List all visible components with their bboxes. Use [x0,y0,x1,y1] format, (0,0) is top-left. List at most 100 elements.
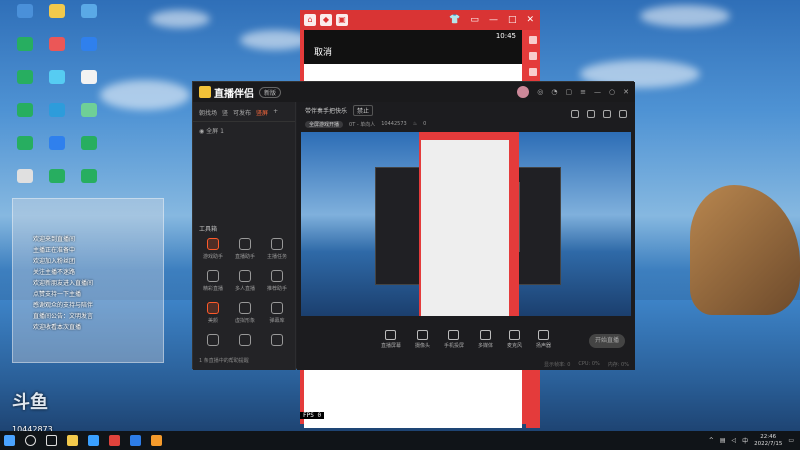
cancel-button[interactable]: 取消 [304,42,522,64]
record-icon[interactable] [603,110,611,118]
shirt-icon[interactable]: 👕 [449,15,460,25]
app-orange-icon[interactable] [151,435,162,446]
add-scene-button[interactable]: + [273,108,278,117]
like-icon: ♨ [412,121,418,127]
tool-label: 虚拟形象 [234,318,255,324]
desktop-icon[interactable] [74,70,104,100]
bell-icon[interactable]: ◔ [551,88,557,96]
toolbox-item[interactable]: 美颜 [197,302,229,324]
side-tool-icon[interactable] [529,36,537,44]
task-view-icon[interactable] [46,435,57,446]
desktop-icon[interactable] [10,70,40,100]
toolbox-item[interactable]: 主播任务 [261,238,293,260]
desktop-icon[interactable] [10,103,40,133]
tab-scene[interactable]: 朝找场 [199,108,217,117]
input-language[interactable]: 中 [742,436,748,445]
minimize-icon[interactable]: — [489,15,498,25]
menu-icon[interactable]: ≡ [580,88,586,96]
room-category[interactable]: 全屏游戏开播 [305,120,344,128]
folder-icon[interactable] [67,435,78,446]
brand-watermark: 斗鱼 [12,392,48,413]
tool-icon [271,238,283,250]
start-icon[interactable] [4,435,15,446]
app-icon[interactable]: ◆ [320,14,332,26]
app-red-icon[interactable] [109,435,120,446]
toolbox-item[interactable]: 精彩直播 [197,270,229,292]
screen-capture-icon [385,329,397,340]
app-shortcut-icon [17,103,33,117]
maximize-icon[interactable]: □ [508,15,517,25]
desktop-icon[interactable] [42,70,72,100]
window-icon[interactable]: ▭ [470,15,479,25]
desktop-icon[interactable] [10,169,40,199]
tool-icon [207,334,219,346]
start-live-button[interactable]: 开始直播 [589,334,625,348]
toolbox-item[interactable]: 多人直播 [229,270,261,292]
lock-icon[interactable] [587,110,595,118]
close-icon[interactable]: ✕ [623,88,629,96]
microphone-button[interactable]: 麦克风 [507,329,522,349]
app-blue-icon[interactable] [130,435,141,446]
desktop-icon[interactable] [42,37,72,67]
desktop-icon[interactable] [74,169,104,199]
screen-capture-button[interactable]: 直播屏幕 [381,329,401,349]
toolbox-item[interactable] [261,334,293,349]
tab-scene-active[interactable]: 竖屏 [256,108,268,117]
tool-icon [271,334,283,346]
desktop-icon[interactable] [10,136,40,166]
desktop-icon[interactable] [42,169,72,199]
scene-panel: 朝找场 竖 可发布 竖屏 + ◉ 全屏 1 工具箱 游戏助手 直播助手 主播任务 精彩… [193,102,296,370]
minimize-icon[interactable]: — [594,88,601,96]
stream-preview[interactable] [301,132,631,316]
layout-icon[interactable] [571,110,579,118]
search-icon[interactable] [25,435,36,446]
tab-scene[interactable]: 可发布 [233,108,251,117]
toolbox-item[interactable] [197,334,229,349]
desktop-icon[interactable] [74,37,104,67]
message-icon[interactable]: ▢ [566,88,573,96]
room-tag[interactable]: 禁止 [353,104,374,116]
app-shortcut-icon [81,4,97,18]
tab-scene[interactable]: 竖 [222,108,228,117]
desktop-icon[interactable] [10,37,40,67]
media-button[interactable]: 多媒体 [478,329,493,349]
avatar[interactable] [517,86,530,98]
desktop-icon[interactable] [74,103,104,133]
toolbox-item[interactable]: 虚拟形象 [229,302,261,324]
tray-arrow-icon[interactable]: ^ [709,437,714,444]
headset-icon[interactable]: ◎ [537,88,543,96]
help-hint[interactable]: 1 条直播中的帮助提醒 [199,357,249,364]
eye-icon[interactable]: ◉ [199,128,204,135]
desktop-icon[interactable] [42,4,72,34]
toolbox-item[interactable]: 直播助手 [229,238,261,260]
status-cpu: CPU: 0% [578,361,600,367]
home-icon[interactable]: ⌂ [304,14,316,26]
toolbox-item[interactable] [229,334,261,349]
desktop-icon[interactable] [42,103,72,133]
chat-line: 感谢观众的支持与陪伴 [33,302,94,309]
volume-icon[interactable]: ◁ [731,437,736,444]
notification-icon[interactable]: ▭ [788,437,794,444]
toolbox-item[interactable]: 游戏助手 [197,238,229,260]
maximize-icon[interactable]: ○ [609,88,615,96]
close-icon[interactable]: ✕ [526,15,534,25]
share-icon[interactable] [619,110,627,118]
desktop-icon[interactable] [10,4,40,34]
scene-item[interactable]: ◉ 全屏 1 [193,122,295,139]
desktop-icon[interactable] [42,136,72,166]
side-tool-icon[interactable] [529,52,537,60]
toolbox-item[interactable]: 推荐助手 [261,270,293,292]
game-icon[interactable]: ▣ [336,14,348,26]
clock[interactable]: 22:46 2022/7/15 [754,434,782,448]
network-icon[interactable]: ▤ [720,437,726,444]
room-title[interactable]: 带伴奏手把快乐 [305,106,347,115]
desktop-icon[interactable] [74,136,104,166]
desktop-icon[interactable] [74,4,104,34]
app-v-icon[interactable] [88,435,99,446]
phone-cast-button[interactable]: 手机投屏 [444,329,464,349]
side-tool-icon[interactable] [529,68,537,76]
toolbox-item[interactable]: 弹幕库 [261,302,293,324]
tool-label: 直播助手 [234,254,255,260]
camera-button[interactable]: 摄像头 [415,329,430,349]
speaker-button[interactable]: 扬声器 [536,329,551,349]
